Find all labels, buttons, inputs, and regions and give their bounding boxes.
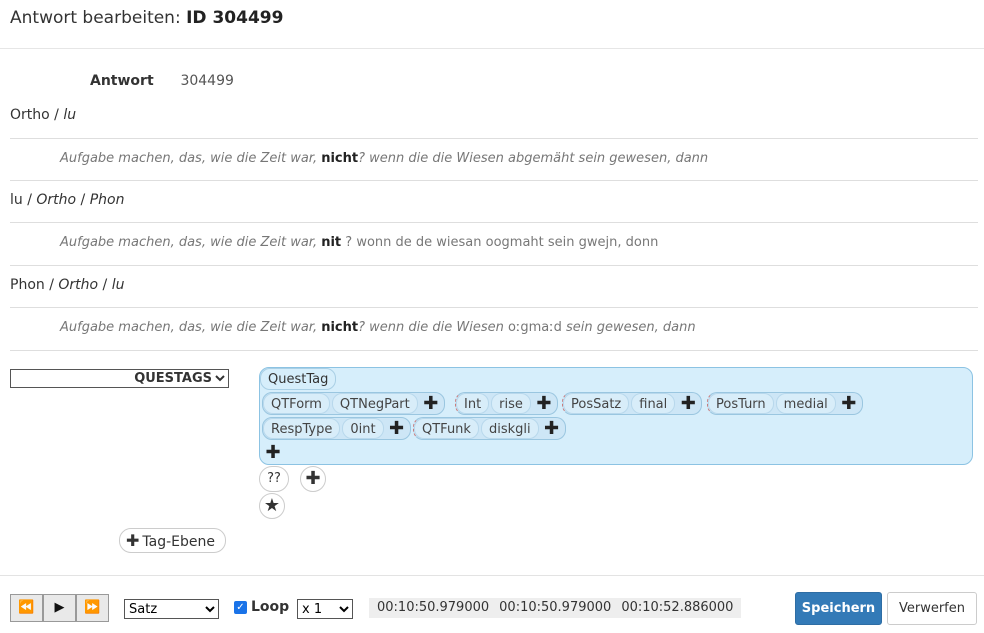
tag-chip[interactable]: QTForm bbox=[263, 393, 330, 414]
add-tag-icon[interactable]: ✚ bbox=[677, 393, 699, 415]
section-3-head-c: lu bbox=[111, 277, 125, 293]
section-3-heading: Phon / Ortho / lu bbox=[10, 277, 124, 293]
section-2-highlight: nit bbox=[321, 235, 342, 250]
divider bbox=[10, 222, 978, 223]
tag-group-possatz: PosSatz final ✚ bbox=[562, 392, 703, 415]
tag-group-qtform: QTForm QTNegPart ✚ bbox=[262, 392, 445, 415]
section-2-heading: lu / Ortho / Phon bbox=[10, 192, 124, 208]
title-id: ID 304499 bbox=[186, 8, 284, 28]
time-current: 00:10:50.979000 bbox=[377, 600, 490, 615]
section-2-text: Aufgabe machen, das, wie die Zeit war, n… bbox=[60, 235, 658, 250]
antwort-label: Antwort bbox=[90, 73, 154, 89]
section-2-head-b: Ortho bbox=[36, 192, 77, 208]
section-2-text-pre: Aufgabe machen, das, wie die Zeit war, bbox=[60, 235, 322, 250]
tag-chip[interactable]: medial bbox=[775, 393, 836, 414]
section-1-highlight: nicht bbox=[321, 151, 359, 166]
speed-select[interactable]: x 1 bbox=[297, 599, 353, 619]
tag-group-posturn: PosTurn medial ✚ bbox=[707, 392, 863, 415]
rewind-button[interactable]: ⏪ bbox=[10, 594, 43, 622]
page-header: Antwort bearbeiten: ID 304499 bbox=[0, 0, 984, 49]
add-tag-group-icon[interactable]: ✚ bbox=[262, 442, 284, 464]
section-2-head-c: Phon bbox=[89, 192, 125, 208]
add-tag-icon[interactable]: ✚ bbox=[420, 393, 442, 415]
tag-chip[interactable]: final bbox=[631, 393, 676, 414]
divider bbox=[10, 265, 978, 266]
loop-toggle[interactable]: ✓ Loop bbox=[234, 599, 289, 615]
quest-tag-root[interactable]: QuestTag bbox=[260, 368, 337, 390]
plus-icon: ✚ bbox=[126, 531, 140, 550]
divider bbox=[10, 180, 978, 181]
title-prefix: Antwort bearbeiten: bbox=[10, 8, 181, 28]
loop-label: Loop bbox=[251, 599, 290, 615]
section-1-head-a: Ortho bbox=[10, 107, 50, 123]
add-tag-icon[interactable]: ✚ bbox=[386, 418, 408, 440]
section-3-text: Aufgabe machen, das, wie die Zeit war, n… bbox=[60, 320, 696, 335]
page-title: Antwort bearbeiten: ID 304499 bbox=[10, 8, 283, 28]
tag-chip[interactable]: 0int bbox=[342, 418, 384, 439]
time-display: 00:10:50.979000 00:10:50.979000 00:10:52.8… bbox=[369, 598, 742, 618]
section-3-head-a: Phon bbox=[10, 277, 45, 293]
save-button[interactable]: Speichern bbox=[795, 592, 882, 625]
antwort-value: 304499 bbox=[180, 73, 234, 89]
section-2-head-sep1: / bbox=[22, 192, 37, 208]
section-3-text-pre: Aufgabe machen, das, wie die Zeit war, bbox=[60, 320, 322, 335]
tag-group-int: Int rise ✚ bbox=[455, 392, 558, 415]
tag-chip[interactable]: rise bbox=[491, 393, 531, 414]
tag-chip[interactable]: RespType bbox=[263, 418, 341, 439]
section-3-head-sep2: / bbox=[98, 277, 112, 293]
star-icon[interactable]: ★ bbox=[259, 493, 285, 519]
tag-chip[interactable]: PosSatz bbox=[563, 393, 630, 414]
section-3-highlight: nicht bbox=[321, 320, 359, 335]
tag-box: QuestTag QTForm QTNegPart ✚ Int rise ✚ P… bbox=[259, 367, 973, 465]
section-3-text-post-a: ? wenn die die Wiesen bbox=[358, 320, 508, 335]
divider bbox=[10, 350, 978, 351]
section-1-text-pre: Aufgabe machen, das, wie die Zeit war, bbox=[60, 151, 322, 166]
tag-chip[interactable]: PosTurn bbox=[708, 393, 774, 414]
add-tag-level-button[interactable]: ✚ Tag-Ebene bbox=[119, 528, 226, 553]
forward-button[interactable]: ⏩ bbox=[76, 594, 109, 622]
time-start: 00:10:50.979000 bbox=[499, 600, 612, 615]
tag-group-resptype: RespType 0int ✚ bbox=[262, 417, 411, 440]
section-3-text-post-c: sein gewesen, dann bbox=[565, 320, 696, 335]
add-icon[interactable]: ✚ bbox=[300, 466, 326, 492]
section-1-head-b: lu bbox=[63, 107, 77, 123]
play-button[interactable]: ▶ bbox=[43, 594, 76, 622]
add-tag-icon[interactable]: ✚ bbox=[838, 393, 860, 415]
section-2-head-a: lu bbox=[10, 192, 23, 208]
add-tag-icon[interactable]: ✚ bbox=[533, 393, 555, 415]
tag-chip[interactable]: QTNegPart bbox=[331, 393, 418, 414]
section-1-heading: Ortho / lu bbox=[10, 107, 76, 123]
unit-select[interactable]: Satz bbox=[124, 599, 219, 619]
section-1-text: Aufgabe machen, das, wie die Zeit war, n… bbox=[60, 151, 708, 166]
section-2-head-sep2: / bbox=[76, 192, 90, 208]
section-3-phonetic: oːgmaːd bbox=[507, 320, 566, 335]
divider bbox=[10, 138, 978, 139]
unknown-tag-button[interactable]: ?? bbox=[259, 466, 289, 492]
add-tag-icon[interactable]: ✚ bbox=[541, 418, 563, 440]
section-3-head-sep1: / bbox=[44, 277, 59, 293]
section-1-text-post: ? wenn die die Wiesen abgemäht sein gewe… bbox=[358, 151, 709, 166]
tag-chip[interactable]: Int bbox=[456, 393, 490, 414]
section-3-head-b: Ortho bbox=[58, 277, 99, 293]
antwort-field: Antwort 304499 bbox=[90, 73, 234, 89]
tag-group-qtfunk: QTFunk diskgli ✚ bbox=[413, 417, 566, 440]
section-2-text-post: ? wonn de de wiesan oogmaht sein gwejn, … bbox=[341, 235, 659, 250]
section-1-head-sep: / bbox=[49, 107, 64, 123]
loop-checkbox[interactable]: ✓ bbox=[234, 600, 247, 614]
tag-chip[interactable]: QTFunk bbox=[414, 418, 479, 439]
divider bbox=[10, 307, 978, 308]
questags-select[interactable]: QUESTAGS bbox=[10, 369, 229, 388]
tag-chip[interactable]: diskgli bbox=[480, 418, 539, 439]
time-end: 00:10:52.886000 bbox=[621, 600, 734, 615]
add-tag-level-label: Tag-Ebene bbox=[142, 534, 215, 550]
discard-button[interactable]: Verwerfen bbox=[887, 592, 977, 625]
